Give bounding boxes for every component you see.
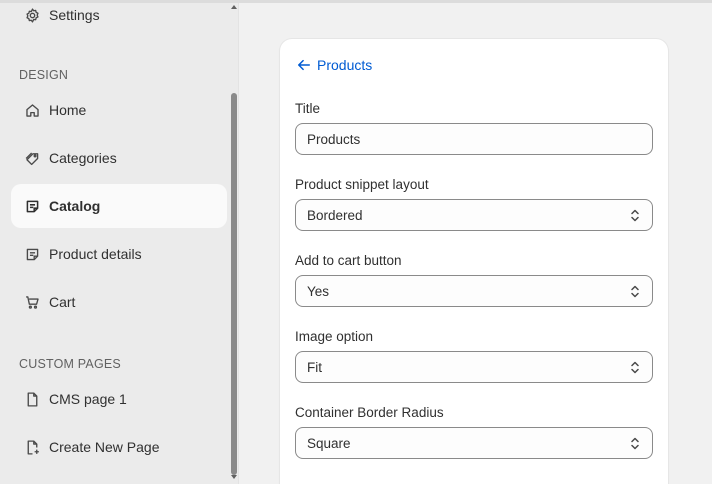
image-option-select[interactable]: Fit: [295, 351, 653, 383]
sidebar-item-label: Settings: [49, 7, 100, 23]
add-to-cart-select[interactable]: Yes: [295, 275, 653, 307]
title-input-text[interactable]: [307, 131, 652, 147]
home-icon: [23, 101, 41, 119]
add-to-cart-label: Add to cart button: [295, 253, 402, 268]
snippet-layout-label: Product snippet layout: [295, 177, 429, 192]
back-link-label: Products: [317, 57, 373, 73]
sidebar-item-home[interactable]: Home: [11, 88, 227, 132]
image-option-label: Image option: [295, 329, 374, 344]
sidebar-item-cms-page-1[interactable]: CMS page 1: [11, 377, 227, 421]
title-label: Title: [295, 101, 321, 116]
sidebar-item-label: Cart: [49, 294, 76, 310]
select-chevron-icon: [631, 361, 639, 374]
catalog-icon: [23, 197, 41, 215]
snippet-layout-value: Bordered: [307, 207, 363, 223]
sidebar-item-label: Product details: [49, 246, 142, 262]
select-chevron-icon: [631, 285, 639, 298]
page-add-icon: [23, 438, 41, 456]
add-to-cart-value: Yes: [307, 283, 330, 299]
select-chevron-icon: [631, 209, 639, 222]
scroll-up-arrow-icon[interactable]: [230, 4, 238, 10]
sidebar-item-label: Categories: [49, 150, 117, 166]
border-radius-value: Square: [307, 435, 351, 451]
scrollbar-thumb[interactable]: [231, 93, 237, 475]
sidebar: Settings DESIGN Home Categories Catalog …: [0, 3, 239, 484]
arrow-left-icon: [298, 59, 310, 71]
sidebar-item-label: Home: [49, 102, 87, 118]
tag-icon: [23, 149, 41, 167]
sidebar-item-label: CMS page 1: [49, 391, 127, 407]
title-input[interactable]: [295, 123, 653, 155]
gear-icon: [23, 6, 41, 24]
section-title-custom-pages: CUSTOM PAGES: [19, 357, 121, 371]
image-option-value: Fit: [307, 359, 322, 375]
sidebar-item-categories[interactable]: Categories: [11, 136, 227, 180]
page-icon: [23, 390, 41, 408]
border-radius-label: Container Border Radius: [295, 405, 444, 420]
scroll-down-arrow-icon[interactable]: [230, 474, 238, 480]
note-icon: [23, 245, 41, 263]
sidebar-item-create-new-page[interactable]: Create New Page: [11, 425, 227, 469]
sidebar-item-settings[interactable]: Settings: [11, 3, 227, 37]
section-title-design: DESIGN: [19, 68, 69, 82]
sidebar-item-cart[interactable]: Cart: [11, 280, 227, 324]
sidebar-item-label: Catalog: [49, 198, 101, 214]
cart-icon: [23, 293, 41, 311]
back-link[interactable]: Products: [297, 56, 372, 74]
border-radius-select[interactable]: Square: [295, 427, 653, 459]
sidebar-item-catalog[interactable]: Catalog: [11, 184, 227, 228]
select-chevron-icon: [631, 437, 639, 450]
snippet-layout-select[interactable]: Bordered: [295, 199, 653, 231]
sidebar-item-label: Create New Page: [49, 439, 160, 455]
sidebar-item-product-details[interactable]: Product details: [11, 232, 227, 276]
